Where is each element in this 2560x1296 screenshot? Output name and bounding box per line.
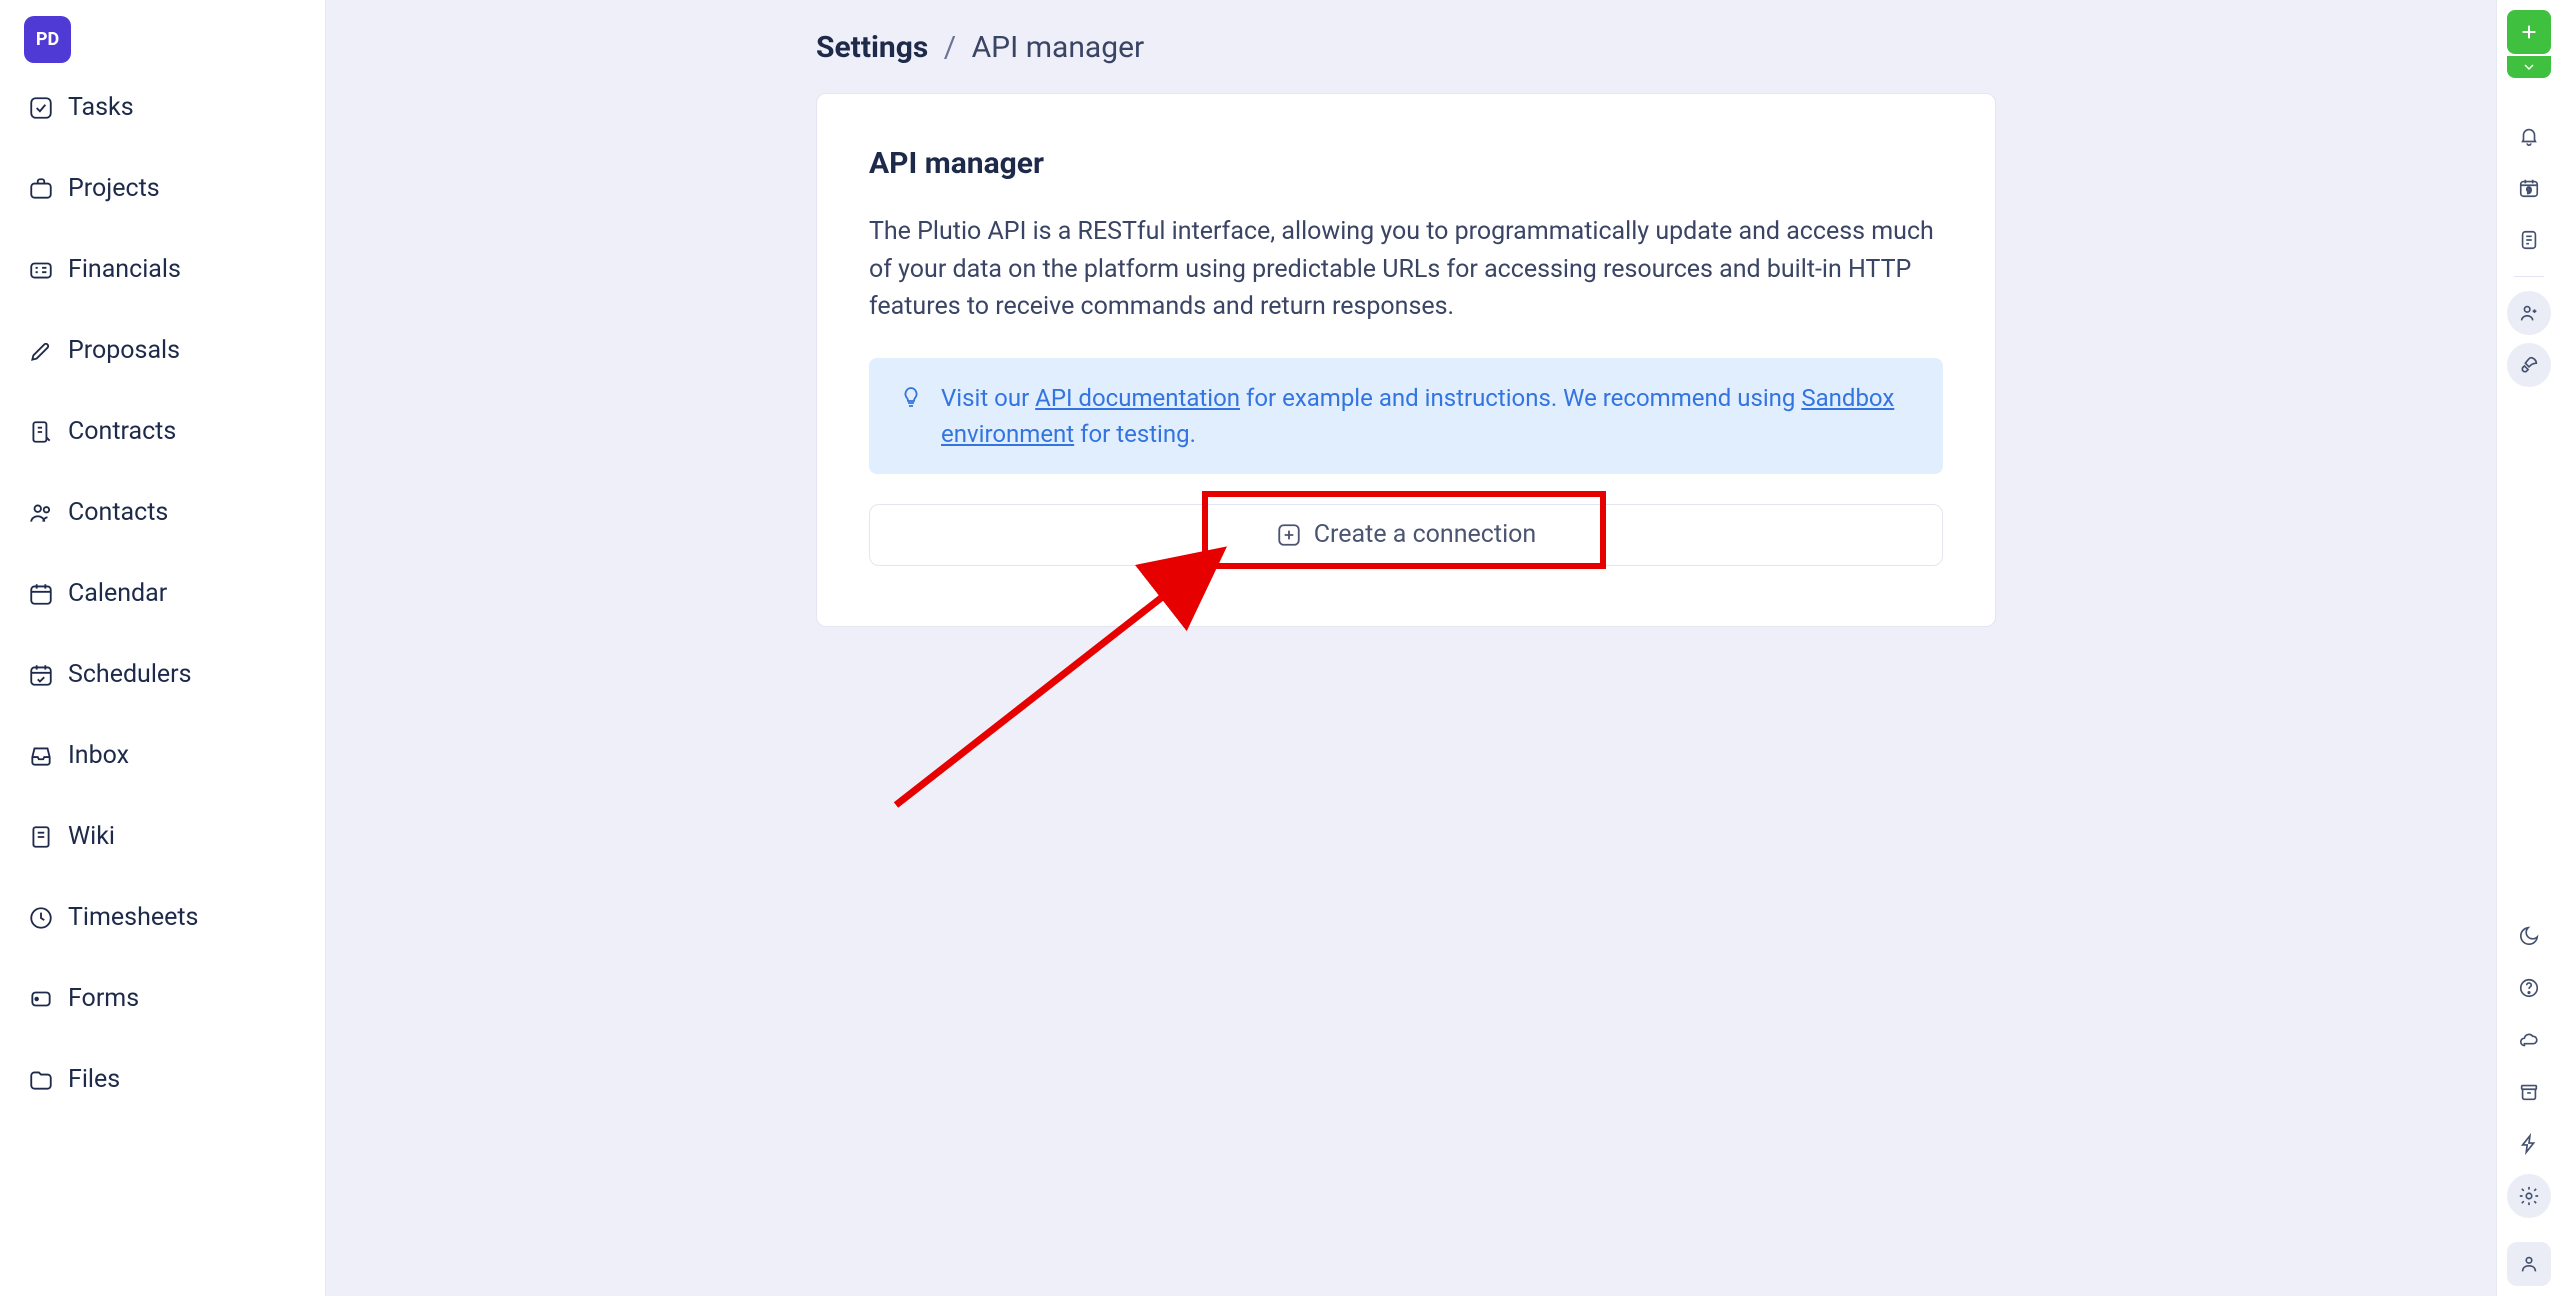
- calendar-button[interactable]: 9: [2507, 166, 2551, 210]
- wallet-icon: [28, 257, 54, 283]
- sidebar-item-projects[interactable]: Projects: [14, 162, 311, 215]
- api-manager-card: API manager The Plutio API is a RESTful …: [816, 93, 1996, 627]
- sidebar-item-label: Contracts: [68, 417, 176, 446]
- sidebar-item-contacts[interactable]: Contacts: [14, 486, 311, 539]
- sidebar-item-label: Projects: [68, 174, 160, 203]
- sidebar-item-financials[interactable]: Financials: [14, 243, 311, 296]
- calendar-check-icon: [28, 662, 54, 688]
- archive-button[interactable]: [2507, 1070, 2551, 1114]
- quick-add-button[interactable]: [2507, 10, 2551, 54]
- sidebar-item-label: Calendar: [68, 579, 167, 608]
- bolt-button[interactable]: [2507, 1122, 2551, 1166]
- sidebar-item-contracts[interactable]: Contracts: [14, 405, 311, 458]
- api-documentation-link[interactable]: API documentation: [1035, 384, 1240, 412]
- card-title: API manager: [869, 146, 1943, 181]
- sidebar-item-wiki[interactable]: Wiki: [14, 810, 311, 863]
- breadcrumb-settings[interactable]: Settings: [816, 30, 928, 65]
- pen-icon: [28, 338, 54, 364]
- info-mid: for example and instructions. We recomme…: [1240, 384, 1801, 412]
- left-sidebar: PD Tasks Projects Financials Proposals: [0, 0, 326, 1296]
- sidebar-item-inbox[interactable]: Inbox: [14, 729, 311, 782]
- sidebar-item-label: Inbox: [68, 741, 129, 770]
- document-sign-icon: [28, 419, 54, 445]
- settings-button[interactable]: [2507, 1174, 2551, 1218]
- launch-button[interactable]: [2507, 343, 2551, 387]
- sidebar-item-files[interactable]: Files: [14, 1053, 311, 1106]
- sidebar-item-label: Proposals: [68, 336, 180, 365]
- calendar-day-number: 9: [2526, 187, 2531, 197]
- workspace-avatar[interactable]: PD: [24, 16, 71, 63]
- sidebar-item-label: Wiki: [68, 822, 115, 851]
- create-connection-button[interactable]: Create a connection: [869, 504, 1943, 566]
- breadcrumb-api-manager: API manager: [972, 30, 1145, 65]
- notes-button[interactable]: [2507, 218, 2551, 262]
- briefcase-icon: [28, 176, 54, 202]
- add-contact-button[interactable]: [2507, 291, 2551, 335]
- help-button[interactable]: [2507, 966, 2551, 1010]
- wiki-icon: [28, 824, 54, 850]
- sidebar-item-schedulers[interactable]: Schedulers: [14, 648, 311, 701]
- sidebar-item-label: Files: [68, 1065, 120, 1094]
- sidebar-item-label: Timesheets: [68, 903, 198, 932]
- clock-icon: [28, 905, 54, 931]
- sidebar-item-label: Forms: [68, 984, 139, 1013]
- sidebar-item-label: Financials: [68, 255, 181, 284]
- check-square-icon: [28, 95, 54, 121]
- inbox-icon: [28, 743, 54, 769]
- sidebar-item-tasks[interactable]: Tasks: [14, 81, 311, 134]
- plus-square-icon: [1276, 522, 1302, 548]
- rightbar-divider: [2514, 276, 2544, 277]
- info-suffix: for testing.: [1074, 420, 1196, 448]
- lightbulb-icon: [899, 383, 923, 407]
- folder-icon: [28, 1067, 54, 1093]
- sidebar-item-proposals[interactable]: Proposals: [14, 324, 311, 377]
- profile-button[interactable]: [2507, 1242, 2551, 1286]
- info-prefix: Visit our: [941, 384, 1035, 412]
- calendar-grid-icon: [28, 581, 54, 607]
- primary-nav: Tasks Projects Financials Proposals Cont…: [14, 81, 311, 1106]
- breadcrumb: Settings / API manager: [816, 30, 2496, 65]
- sidebar-item-label: Contacts: [68, 498, 168, 527]
- form-icon: [28, 986, 54, 1012]
- right-sidebar: 9: [2496, 0, 2560, 1296]
- info-text: Visit our API documentation for example …: [941, 380, 1913, 452]
- sidebar-item-forms[interactable]: Forms: [14, 972, 311, 1025]
- users-icon: [28, 500, 54, 526]
- breadcrumb-separator: /: [944, 30, 956, 65]
- workspace-initials: PD: [36, 29, 59, 50]
- info-callout: Visit our API documentation for example …: [869, 358, 1943, 474]
- sidebar-item-calendar[interactable]: Calendar: [14, 567, 311, 620]
- main-content: Settings / API manager API manager The P…: [326, 0, 2496, 1296]
- sidebar-item-timesheets[interactable]: Timesheets: [14, 891, 311, 944]
- card-description: The Plutio API is a RESTful interface, a…: [869, 213, 1943, 326]
- dark-mode-toggle[interactable]: [2507, 914, 2551, 958]
- cloud-button[interactable]: [2507, 1018, 2551, 1062]
- create-connection-label: Create a connection: [1314, 520, 1536, 549]
- sidebar-item-label: Schedulers: [68, 660, 192, 689]
- sidebar-item-label: Tasks: [68, 93, 134, 122]
- quick-add-dropdown[interactable]: [2507, 56, 2551, 78]
- notifications-button[interactable]: [2507, 114, 2551, 158]
